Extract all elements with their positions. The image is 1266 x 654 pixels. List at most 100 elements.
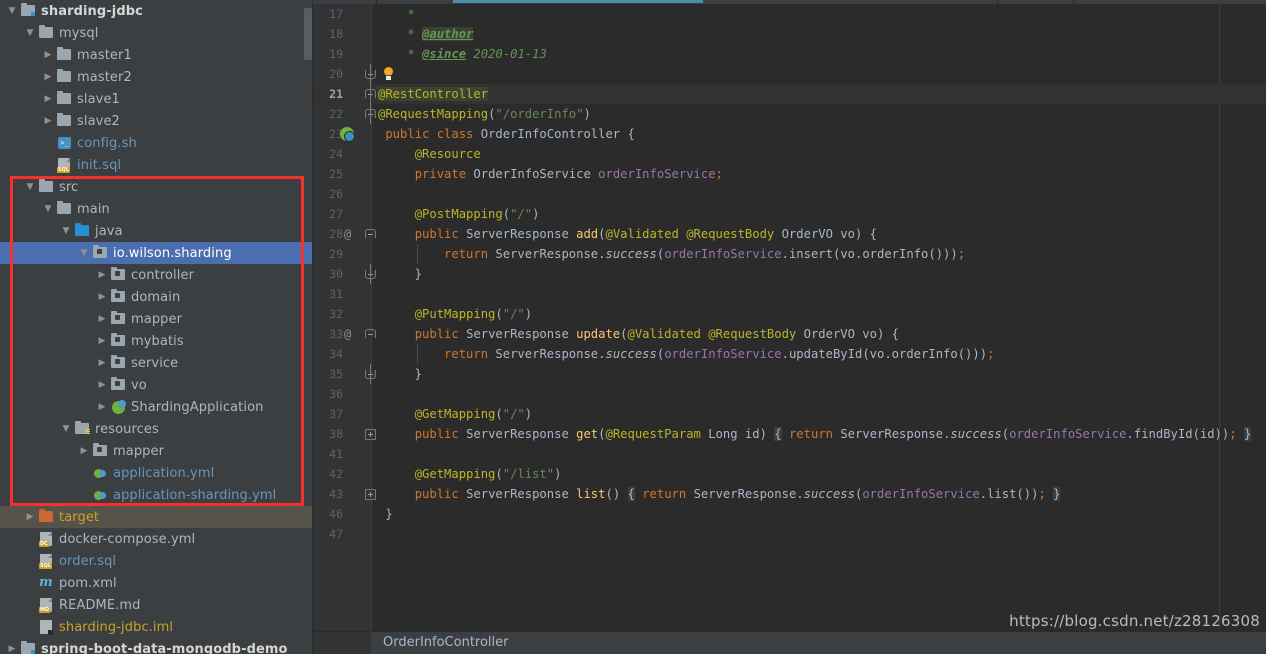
sidebar-scrollbar[interactable] (304, 8, 312, 60)
code-line-20[interactable]: 20 (313, 64, 1266, 84)
chevron-right-icon[interactable]: ▶ (94, 374, 110, 396)
code-line-29[interactable]: 29 return ServerResponse.success(orderIn… (313, 244, 1266, 264)
tree-item-mapper[interactable]: ▶ mapper (0, 308, 313, 330)
tree-item-mybatis[interactable]: ▶ mybatis (0, 330, 313, 352)
chevron-down-icon[interactable]: ▼ (40, 198, 56, 220)
tree-item-pom-xml[interactable]: m pom.xml (0, 572, 313, 594)
project-tree-panel[interactable]: ▼ sharding-jdbc ▼ mysql ▶ master1 ▶ master2 ▶ sla… (0, 0, 313, 654)
chevron-right-icon[interactable]: ▶ (94, 352, 110, 374)
chevron-down-icon[interactable]: ▼ (4, 0, 20, 22)
chevron-right-icon[interactable]: ▶ (94, 308, 110, 330)
tree-item-docker-compose-yml[interactable]: DC docker-compose.yml (0, 528, 313, 550)
folder-icon (56, 47, 74, 63)
code-line-36[interactable]: 36 (313, 384, 1266, 404)
chevron-right-icon[interactable]: ▶ (94, 264, 110, 286)
tree-item-readme-md[interactable]: MD README.md (0, 594, 313, 616)
chevron-down-icon[interactable]: ▼ (22, 22, 38, 44)
chevron-down-icon[interactable]: ▼ (76, 242, 92, 264)
code-line-30[interactable]: 30 } (313, 264, 1266, 284)
tree-item-mysql[interactable]: ▼ mysql (0, 22, 313, 44)
code-line-32[interactable]: 32 @PutMapping("/") (313, 304, 1266, 324)
tree-item-domain[interactable]: ▶ domain (0, 286, 313, 308)
tree-item-application-yml[interactable]: application.yml (0, 462, 313, 484)
code-line-24[interactable]: 24 @Resource (313, 144, 1266, 164)
code-line-35[interactable]: 35 } (313, 364, 1266, 384)
breadcrumb-bar[interactable]: OrderInfoController (313, 631, 1266, 654)
code-line-23[interactable]: 23 public class OrderInfoController { (313, 124, 1266, 144)
override-annotation-marker[interactable]: @ (344, 224, 351, 244)
chevron-right-icon[interactable]: ▶ (22, 506, 38, 528)
folder-icon (38, 25, 56, 41)
tree-item-main[interactable]: ▼ main (0, 198, 313, 220)
code-line-41[interactable]: 41 (313, 444, 1266, 464)
chevron-down-icon[interactable]: ▼ (58, 418, 74, 440)
code-line-25[interactable]: 25 private OrderInfoService orderInfoSer… (313, 164, 1266, 184)
lightbulb-intention-icon[interactable] (383, 67, 394, 80)
line-number: 37 (329, 407, 343, 421)
tree-item-application-sharding-yml[interactable]: application-sharding.yml (0, 484, 313, 506)
code-line-text: @Resource (414, 147, 481, 161)
code-line-26[interactable]: 26 (313, 184, 1266, 204)
tree-item-service[interactable]: ▶ service (0, 352, 313, 374)
chevron-down-icon[interactable]: ▼ (58, 220, 74, 242)
tree-item-controller[interactable]: ▶ controller (0, 264, 313, 286)
override-annotation-marker[interactable]: @ (344, 324, 351, 344)
code-viewport[interactable]: 17 * 18 * @author 19 * @since 2020-01-13 20… (313, 4, 1266, 632)
tree-item-vo[interactable]: ▶ vo (0, 374, 313, 396)
tree-item-target[interactable]: ▶ target (0, 506, 313, 528)
chevron-right-icon[interactable]: ▶ (40, 110, 56, 132)
code-line-42[interactable]: 42 @GetMapping("/list") (313, 464, 1266, 484)
line-number: 46 (329, 507, 343, 521)
tree-item-init-sql[interactable]: SQL init.sql (0, 154, 313, 176)
tree-item-config-sh[interactable]: >_ config.sh (0, 132, 313, 154)
chevron-right-icon[interactable]: ▶ (94, 396, 110, 418)
code-line-43[interactable]: 43 public ServerResponse list() { return… (313, 484, 1266, 504)
project-tree[interactable]: ▼ sharding-jdbc ▼ mysql ▶ master1 ▶ master2 ▶ sla… (0, 0, 313, 654)
chevron-right-icon[interactable]: ▶ (40, 44, 56, 66)
chevron-right-icon[interactable]: ▶ (94, 330, 110, 352)
fold-collapse-icon[interactable] (365, 329, 376, 338)
code-line-46[interactable]: 46 } (313, 504, 1266, 524)
tree-item-mapper[interactable]: ▶ mapper (0, 440, 313, 462)
chevron-right-icon[interactable]: ▶ (40, 88, 56, 110)
tree-item-sharding-jdbc[interactable]: ▼ sharding-jdbc (0, 0, 313, 22)
spring-bean-gutter-icon[interactable] (340, 127, 355, 142)
tree-item-master2[interactable]: ▶ master2 (0, 66, 313, 88)
fold-expand-icon[interactable] (365, 429, 376, 440)
code-editor[interactable]: 17 * 18 * @author 19 * @since 2020-01-13 20… (313, 0, 1266, 654)
chevron-right-icon[interactable]: ▶ (94, 286, 110, 308)
code-line-47[interactable]: 47 (313, 524, 1266, 544)
tree-item-src[interactable]: ▼ src (0, 176, 313, 198)
code-line-19[interactable]: 19 * @since 2020-01-13 (313, 44, 1266, 64)
code-line-38[interactable]: 38 public ServerResponse get(@RequestPar… (313, 424, 1266, 444)
code-line-37[interactable]: 37 @GetMapping("/") (313, 404, 1266, 424)
code-line-21[interactable]: 21 @RestController (313, 84, 1266, 104)
line-number: 24 (329, 147, 343, 161)
code-line-33[interactable]: 33 @ public ServerResponse update(@Valida… (313, 324, 1266, 344)
code-line-28[interactable]: 28 @ public ServerResponse add(@Validated… (313, 224, 1266, 244)
tree-item-java[interactable]: ▼ java (0, 220, 313, 242)
code-line-22[interactable]: 22 @RequestMapping("/orderInfo") (313, 104, 1266, 124)
code-line-17[interactable]: 17 * (313, 4, 1266, 24)
chevron-down-icon[interactable]: ▼ (22, 176, 38, 198)
code-line-34[interactable]: 34 return ServerResponse.success(orderIn… (313, 344, 1266, 364)
tree-item-spring-boot-data-mongodb-demo[interactable]: ▶ spring-boot-data-mongodb-demo (0, 638, 313, 654)
code-line-27[interactable]: 27 @PostMapping("/") (313, 204, 1266, 224)
tree-item-order-sql[interactable]: SQL order.sql (0, 550, 313, 572)
chevron-right-icon[interactable]: ▶ (76, 440, 92, 462)
code-line-31[interactable]: 31 (313, 284, 1266, 304)
tree-item-resources[interactable]: ▼ resources (0, 418, 313, 440)
tree-item-sharding-jdbc-iml[interactable]: sharding-jdbc.iml (0, 616, 313, 638)
code-line-18[interactable]: 18 * @author (313, 24, 1266, 44)
tree-item-master1[interactable]: ▶ master1 (0, 44, 313, 66)
tree-item-shardingapplication[interactable]: ▶ ShardingApplication (0, 396, 313, 418)
breadcrumb-class-name[interactable]: OrderInfoController (383, 635, 509, 650)
tree-item-slave2[interactable]: ▶ slave2 (0, 110, 313, 132)
fold-collapse-icon[interactable] (365, 229, 376, 238)
tree-item-label: target (59, 509, 100, 525)
tree-item-slave1[interactable]: ▶ slave1 (0, 88, 313, 110)
tree-item-io-wilson-sharding[interactable]: ▼ io.wilson.sharding (0, 242, 313, 264)
chevron-right-icon[interactable]: ▶ (4, 638, 20, 654)
chevron-right-icon[interactable]: ▶ (40, 66, 56, 88)
fold-expand-icon[interactable] (365, 489, 376, 500)
